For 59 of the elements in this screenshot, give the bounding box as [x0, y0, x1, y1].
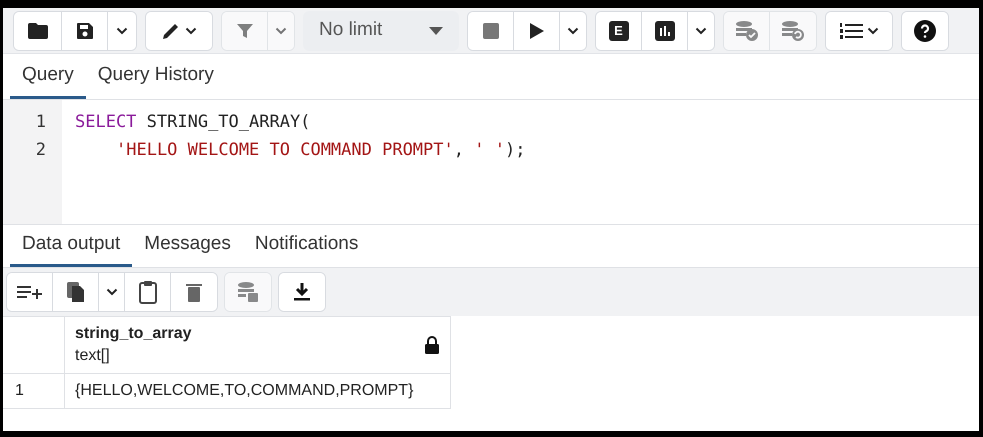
help-icon — [914, 20, 936, 42]
add-row-icon — [16, 284, 42, 300]
open-folder-button[interactable] — [14, 12, 62, 50]
output-tab[interactable]: Notifications — [242, 225, 370, 267]
filter-icon — [236, 22, 254, 40]
column-type: text[] — [75, 346, 111, 366]
download-icon — [293, 282, 311, 302]
execute-options-button[interactable] — [560, 12, 586, 50]
save-button[interactable] — [62, 12, 108, 50]
code-text: STRING_TO_ARRAY( — [146, 111, 310, 134]
code-text: , — [454, 139, 466, 162]
chevron-down-icon — [116, 26, 128, 34]
save-options-button[interactable] — [108, 12, 136, 50]
database-check-icon — [734, 20, 758, 42]
commit-button[interactable] — [724, 12, 770, 50]
code-text: ); — [504, 139, 526, 162]
numbered-list-icon — [839, 22, 863, 40]
database-undo-icon — [781, 20, 805, 42]
trash-icon — [186, 282, 202, 302]
rollback-button[interactable] — [770, 12, 816, 50]
string-literal: 'HELLO WELCOME TO COMMAND PROMPT' — [116, 139, 454, 162]
string-literal: ' ' — [474, 139, 505, 162]
database-save-icon — [237, 281, 259, 303]
chevron-down-icon — [185, 26, 197, 34]
clipboard-icon — [138, 280, 158, 304]
stop-button[interactable] — [468, 12, 514, 50]
explain-button[interactable]: E — [596, 12, 642, 50]
explain-options-button[interactable] — [688, 12, 714, 50]
bar-chart-icon — [654, 20, 674, 40]
chevron-down-icon — [275, 26, 287, 34]
copy-options-button[interactable] — [99, 273, 125, 311]
sql-keyword: SELECT — [75, 111, 136, 134]
folder-icon — [26, 22, 48, 40]
limit-dropdown[interactable]: No limit — [303, 10, 459, 50]
chevron-down-icon — [106, 288, 118, 296]
column-header[interactable]: string_to_array text[] — [65, 317, 450, 373]
filter-button[interactable] — [222, 12, 268, 50]
copy-icon — [66, 281, 86, 303]
delete-button[interactable] — [171, 273, 217, 311]
filter-options-button[interactable] — [268, 12, 294, 50]
line-number: 1 — [34, 111, 47, 134]
caret-down-icon — [429, 26, 443, 34]
output-tab[interactable]: Messages — [132, 225, 243, 267]
chevron-down-icon — [867, 26, 879, 34]
execute-button[interactable] — [514, 12, 560, 50]
paste-button[interactable] — [125, 273, 171, 311]
table-cell-text: {HELLO,WELCOME,TO,COMMAND,PROMPT} — [74, 381, 414, 401]
row-number: 1 — [3, 374, 65, 408]
editor-tab[interactable]: Query History — [86, 54, 226, 99]
explain-analyze-button[interactable] — [642, 12, 688, 50]
copy-button[interactable] — [53, 273, 99, 311]
play-icon — [528, 22, 544, 40]
add-row-button[interactable] — [7, 273, 53, 311]
stop-icon — [482, 22, 498, 38]
chevron-down-icon — [567, 26, 579, 34]
column-name: string_to_array — [75, 324, 192, 344]
chevron-down-icon — [695, 26, 707, 34]
line-number: 2 — [34, 139, 47, 162]
code-editor[interactable]: 1 2 SELECT STRING_TO_ARRAY( 'HELLO WELCOME TO COMMAND PROMPT', ' '); — [3, 100, 979, 225]
